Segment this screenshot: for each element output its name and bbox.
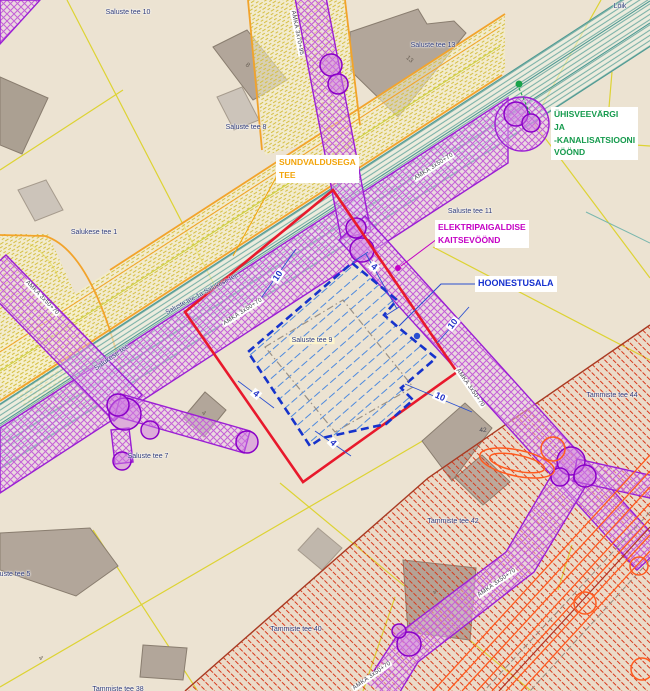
zone-label-uhisveevargi: ÜHISVEEVÄRGI JA -KANALISATSIOONI VÖÖND xyxy=(551,107,638,160)
zone-label-line: TEE xyxy=(279,169,356,182)
zone-label-line: KAITSEVÖÖND xyxy=(438,234,526,247)
address-label-saluste-tee-5: Saluste tee 5 xyxy=(0,571,30,579)
address-label-saluste-tee-13: Saluste tee 13 xyxy=(411,42,456,50)
address-label-salukese-tee-1: Salukese tee 1 xyxy=(71,229,117,237)
green-dot-icon xyxy=(516,81,523,88)
zone-label-line: ÜHISVEEVÄRGI xyxy=(554,108,635,121)
zone-label-sundvaldusega-tee: SUNDVALDUSEGA TEE xyxy=(276,155,359,183)
map-canvas[interactable]: Saluste tee 10 Saluste tee 13 Saluste te… xyxy=(0,0,650,691)
address-label-saluste-tee-9: Saluste tee 9 xyxy=(290,337,335,344)
zone-label-line: VÖÖND xyxy=(554,146,635,159)
blue-dot-icon xyxy=(414,333,420,339)
map-drawing xyxy=(0,0,650,691)
address-label-tammiste-tee-44: Tammiste tee 44 xyxy=(586,392,637,400)
zone-label-line: ELEKTRIPAIGALDISE xyxy=(438,221,526,234)
zone-label-elektripaigaldise: ELEKTRIPAIGALDISE KAITSEVÖÖND xyxy=(435,220,529,248)
address-label-tammiste-tee-38: Tammiste tee 38 xyxy=(92,686,143,691)
address-label-saluste-tee-8: Saluste tee 8 xyxy=(226,124,267,132)
address-label-saluste-tee-7: Saluste tee 7 xyxy=(128,453,169,461)
building-number-42: 42 xyxy=(479,428,486,435)
zone-label-line: -KANALISATSIOONI xyxy=(554,134,635,147)
address-label-tammiste-tee-42: Tammiste tee 42 xyxy=(427,518,478,526)
address-label-saluste-tee-11: Saluste tee 11 xyxy=(448,208,492,216)
zone-label-line: HOONESTUSALA xyxy=(478,277,554,291)
address-label-tammiste-tee-40: Tammiste tee 40 xyxy=(270,626,321,634)
address-label-saluste-tee-10: Saluste tee 10 xyxy=(106,9,151,17)
zone-label-hoonestusala: HOONESTUSALA xyxy=(475,276,557,292)
zone-label-line: JA xyxy=(554,121,635,134)
zone-label-line: SUNDVALDUSEGA xyxy=(279,156,356,169)
section-label-loik: Lõik xyxy=(614,3,627,11)
building-bottom-center xyxy=(140,645,187,680)
